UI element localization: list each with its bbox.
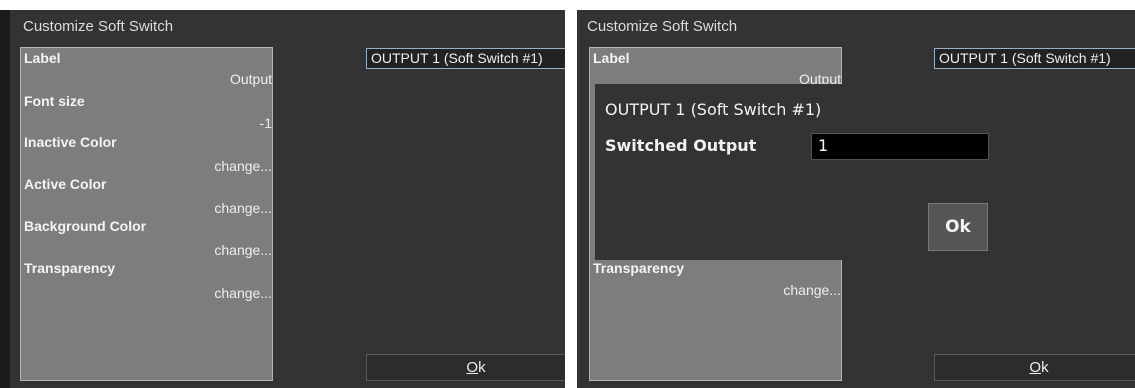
prop-label-name: Label bbox=[24, 50, 61, 66]
prop-background-color-name: Background Color bbox=[24, 218, 147, 234]
output-select[interactable]: OUTPUT 1 (Soft Switch #1) bbox=[934, 48, 1135, 69]
prop-active-color-name: Active Color bbox=[24, 176, 107, 192]
prop-transparency-name: Transparency bbox=[593, 260, 685, 276]
prop-transparency-change[interactable]: change... bbox=[214, 285, 272, 301]
output-select[interactable]: OUTPUT 1 (Soft Switch #1) bbox=[366, 48, 565, 69]
prop-transparency-change[interactable]: change... bbox=[783, 282, 841, 298]
popup-title: OUTPUT 1 (Soft Switch #1) bbox=[605, 100, 822, 119]
switched-output-input[interactable]: 1 bbox=[811, 133, 989, 160]
dialog-title: Customize Soft Switch bbox=[23, 18, 174, 35]
ok-button[interactable]: Ok bbox=[366, 354, 565, 381]
prop-inactive-color-change[interactable]: change... bbox=[214, 158, 272, 174]
prop-background-color-change[interactable]: change... bbox=[214, 242, 272, 258]
popup-ok-button[interactable]: Ok bbox=[928, 203, 988, 251]
switched-output-popup: OUTPUT 1 (Soft Switch #1) Switched Outpu… bbox=[595, 84, 1025, 260]
ok-rest: k bbox=[1041, 359, 1049, 376]
prop-label-name: Label bbox=[593, 50, 630, 66]
window-edge bbox=[0, 10, 10, 388]
ok-button[interactable]: Ok bbox=[934, 354, 1135, 381]
customize-soft-switch-dialog-left: Customize Soft Switch Label Output Font … bbox=[0, 10, 565, 388]
ok-rest: k bbox=[478, 359, 486, 376]
dialog-title: Customize Soft Switch bbox=[587, 18, 738, 35]
prop-font-size-name: Font size bbox=[24, 93, 85, 109]
properties-panel: Label Output Font size -1 Inactive Color… bbox=[20, 47, 273, 381]
switched-output-label: Switched Output bbox=[605, 136, 757, 155]
prop-active-color-change[interactable]: change... bbox=[214, 200, 272, 216]
ok-mnemonic: O bbox=[466, 359, 479, 376]
ok-mnemonic: O bbox=[1029, 359, 1042, 376]
prop-inactive-color-name: Inactive Color bbox=[24, 134, 117, 150]
prop-font-size-value[interactable]: -1 bbox=[260, 115, 272, 131]
customize-soft-switch-dialog-right: Customize Soft Switch Label Output Trans… bbox=[577, 10, 1135, 388]
prop-transparency-name: Transparency bbox=[24, 260, 116, 276]
prop-label-value[interactable]: Output bbox=[230, 71, 272, 87]
